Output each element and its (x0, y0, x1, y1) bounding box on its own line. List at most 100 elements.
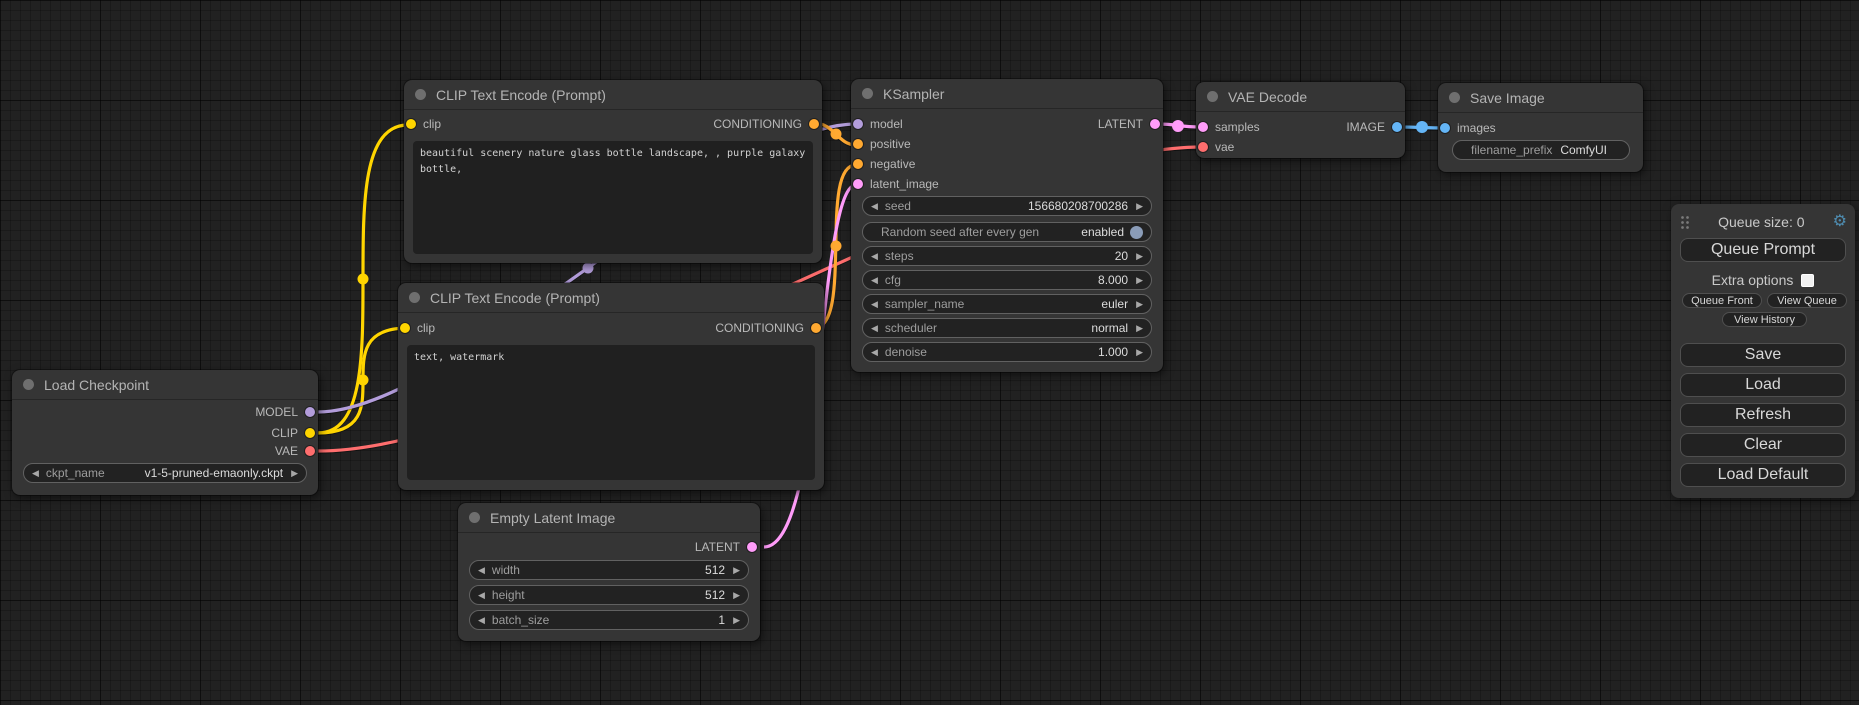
output-conditioning: CONDITIONING (713, 118, 819, 130)
load-button[interactable]: Load (1680, 373, 1846, 397)
left-arrow-icon[interactable]: ◀ (478, 566, 485, 575)
left-arrow-icon[interactable]: ◀ (871, 300, 878, 309)
latent-port-dot[interactable] (1150, 119, 1160, 129)
link-dot (831, 241, 842, 252)
queue-front-button[interactable]: Queue Front (1682, 293, 1762, 308)
node-title-bar[interactable]: Load Checkpoint (12, 370, 318, 400)
positive-prompt-textarea[interactable]: beautiful scenery nature glass bottle la… (413, 141, 813, 254)
collapse-dot-icon[interactable] (409, 292, 420, 303)
input-samples: samples (1198, 121, 1260, 133)
negative-prompt-textarea[interactable]: text, watermark (407, 345, 815, 480)
node-vae-decode[interactable]: VAE Decode samples vae IMAGE (1196, 82, 1405, 158)
collapse-dot-icon[interactable] (1207, 91, 1218, 102)
extra-options-checkbox[interactable] (1801, 274, 1814, 287)
menu-header-row: Queue size: 0 ⚙ (1671, 213, 1855, 231)
right-arrow-icon[interactable]: ▶ (733, 591, 740, 600)
settings-gear-icon[interactable]: ⚙ (1833, 214, 1847, 230)
steps-widget[interactable]: ◀ steps 20 ▶ (862, 246, 1152, 266)
view-history-button[interactable]: View History (1722, 312, 1807, 327)
latent-port-dot[interactable] (853, 179, 863, 189)
left-arrow-icon[interactable]: ◀ (871, 276, 878, 285)
clip-port-dot[interactable] (406, 119, 416, 129)
conditioning-port-dot[interactable] (809, 119, 819, 129)
conditioning-port-dot[interactable] (853, 139, 863, 149)
left-arrow-icon[interactable]: ◀ (871, 202, 878, 211)
load-default-button[interactable]: Load Default (1680, 463, 1846, 487)
random-seed-toggle-widget[interactable]: Random seed after every gen enabled (862, 222, 1152, 242)
right-arrow-icon[interactable]: ▶ (1136, 276, 1143, 285)
node-title-bar[interactable]: CLIP Text Encode (Prompt) (398, 283, 824, 313)
conditioning-port-dot[interactable] (853, 159, 863, 169)
node-title-bar[interactable]: CLIP Text Encode (Prompt) (404, 80, 822, 110)
node-title-bar[interactable]: Save Image (1438, 83, 1643, 113)
vae-port-dot[interactable] (1198, 142, 1208, 152)
right-arrow-icon[interactable]: ▶ (1136, 252, 1143, 261)
node-save-image[interactable]: Save Image images filename_prefix ComfyU… (1438, 83, 1643, 172)
node-title-bar[interactable]: Empty Latent Image (458, 503, 760, 533)
save-button[interactable]: Save (1680, 343, 1846, 367)
latent-port-dot[interactable] (1198, 122, 1208, 132)
node-graph-canvas[interactable]: Load Checkpoint MODEL CLIP VAE ◀ ckpt_na… (0, 0, 1859, 705)
model-port-dot[interactable] (305, 407, 315, 417)
input-clip: clip (400, 322, 435, 334)
seed-widget[interactable]: ◀ seed 156680208700286 ▶ (862, 196, 1152, 216)
image-port-dot[interactable] (1440, 123, 1450, 133)
scheduler-widget[interactable]: ◀ scheduler normal ▶ (862, 318, 1152, 338)
node-load-checkpoint[interactable]: Load Checkpoint MODEL CLIP VAE ◀ ckpt_na… (12, 370, 318, 495)
clip-port-dot[interactable] (400, 323, 410, 333)
view-queue-button[interactable]: View Queue (1767, 293, 1847, 308)
collapse-dot-icon[interactable] (862, 88, 873, 99)
drag-handle-icon[interactable] (1680, 215, 1690, 229)
node-title: Save Image (1470, 90, 1545, 106)
model-port-dot[interactable] (853, 119, 863, 129)
output-conditioning: CONDITIONING (715, 322, 821, 334)
right-arrow-icon[interactable]: ▶ (1136, 324, 1143, 333)
link-dot (358, 375, 369, 386)
batch-size-widget[interactable]: ◀ batch_size 1 ▶ (469, 610, 749, 630)
output-clip: CLIP (271, 427, 315, 439)
sampler-name-widget[interactable]: ◀ sampler_name euler ▶ (862, 294, 1152, 314)
node-empty-latent-image[interactable]: Empty Latent Image LATENT ◀ width 512 ▶ … (458, 503, 760, 641)
left-arrow-icon[interactable]: ◀ (871, 252, 878, 261)
refresh-button[interactable]: Refresh (1680, 403, 1846, 427)
ckpt-name-value: v1-5-pruned-emaonly.ckpt (145, 466, 284, 480)
right-arrow-icon[interactable]: ▶ (1136, 348, 1143, 357)
left-arrow-icon[interactable]: ◀ (871, 348, 878, 357)
cfg-widget[interactable]: ◀ cfg 8.000 ▶ (862, 270, 1152, 290)
right-arrow-icon[interactable]: ▶ (733, 566, 740, 575)
ckpt-name-widget[interactable]: ◀ ckpt_name v1-5-pruned-emaonly.ckpt ▶ (23, 463, 307, 483)
node-clip-text-encode-negative[interactable]: CLIP Text Encode (Prompt) clip CONDITION… (398, 283, 824, 490)
image-port-dot[interactable] (1392, 122, 1402, 132)
right-arrow-icon[interactable]: ▶ (1136, 300, 1143, 309)
left-arrow-icon[interactable]: ◀ (871, 324, 878, 333)
node-title-bar[interactable]: VAE Decode (1196, 82, 1405, 112)
conditioning-port-dot[interactable] (811, 323, 821, 333)
toggle-enabled-icon[interactable] (1130, 226, 1143, 239)
denoise-widget[interactable]: ◀ denoise 1.000 ▶ (862, 342, 1152, 362)
vae-port-dot[interactable] (305, 446, 315, 456)
output-latent: LATENT (695, 541, 757, 553)
right-arrow-icon[interactable]: ▶ (291, 469, 298, 478)
clip-port-dot[interactable] (305, 428, 315, 438)
filename-prefix-widget[interactable]: filename_prefix ComfyUI (1452, 140, 1630, 160)
left-arrow-icon[interactable]: ◀ (478, 616, 485, 625)
collapse-dot-icon[interactable] (415, 89, 426, 100)
collapse-dot-icon[interactable] (469, 512, 480, 523)
node-clip-text-encode-positive[interactable]: CLIP Text Encode (Prompt) clip CONDITION… (404, 80, 822, 263)
collapse-dot-icon[interactable] (23, 379, 34, 390)
clear-button[interactable]: Clear (1680, 433, 1846, 457)
left-arrow-icon[interactable]: ◀ (32, 469, 39, 478)
right-arrow-icon[interactable]: ▶ (1136, 202, 1143, 211)
output-vae: VAE (275, 445, 315, 457)
height-widget[interactable]: ◀ height 512 ▶ (469, 585, 749, 605)
latent-port-dot[interactable] (747, 542, 757, 552)
node-title-bar[interactable]: KSampler (851, 79, 1163, 109)
right-arrow-icon[interactable]: ▶ (733, 616, 740, 625)
collapse-dot-icon[interactable] (1449, 92, 1460, 103)
queue-prompt-button[interactable]: Queue Prompt (1680, 238, 1846, 262)
width-widget[interactable]: ◀ width 512 ▶ (469, 560, 749, 580)
node-ksampler[interactable]: KSampler model positive negative latent_… (851, 79, 1163, 372)
left-arrow-icon[interactable]: ◀ (478, 591, 485, 600)
output-model: MODEL (255, 406, 315, 418)
output-latent: LATENT (1098, 118, 1160, 130)
